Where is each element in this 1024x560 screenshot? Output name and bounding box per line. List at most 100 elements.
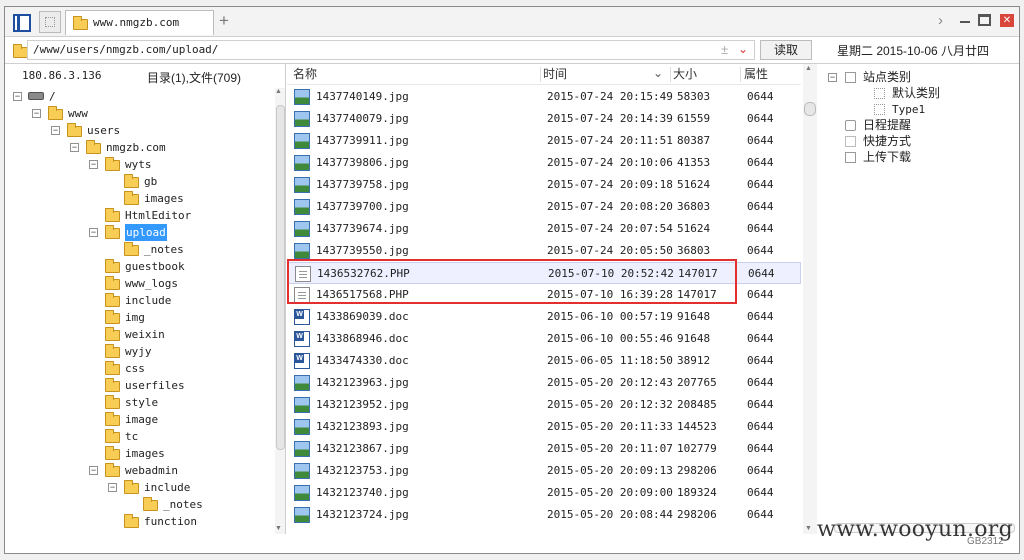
side-panel-item[interactable]: − 站点类别: [820, 69, 1015, 86]
file-name: 1437739911.jpg: [316, 134, 409, 147]
tree-item[interactable]: image: [5, 411, 275, 428]
folder-icon: [124, 174, 139, 188]
chevron-down-icon[interactable]: ⌄: [738, 42, 748, 56]
file-time: 2015-05-20 20:12:32: [547, 398, 673, 411]
new-tab-page-icon[interactable]: [39, 11, 61, 33]
side-panel-item-label: 日程提醒: [863, 118, 912, 132]
file-row[interactable]: W 1433474330.doc 2015-06-05 11:18:50 38912 0…: [287, 350, 801, 372]
side-panel-item[interactable]: 默认类别: [820, 85, 1015, 102]
file-row[interactable]: 1432123724.jpg 2015-05-20 20:08:44 298206 0…: [287, 504, 801, 526]
file-attr: 0644: [747, 442, 774, 455]
file-row[interactable]: 1432123867.jpg 2015-05-20 20:11:07 102779 0…: [287, 438, 801, 460]
column-name[interactable]: 名称: [293, 64, 317, 84]
file-row[interactable]: 1437739911.jpg 2015-07-24 20:11:51 80387 06…: [287, 130, 801, 152]
side-panel: − 站点类别 默认类别 Type1 日程提醒 快捷方式 上传下载: [820, 64, 1020, 534]
file-row[interactable]: W 1433868946.doc 2015-06-10 00:55:46 91648 0…: [287, 328, 801, 350]
close-icon[interactable]: ✕: [1000, 14, 1014, 27]
tree-item[interactable]: − upload: [5, 224, 275, 241]
file-attr: 0644: [747, 376, 774, 389]
tree-item[interactable]: − wyts: [5, 156, 275, 173]
side-panel-item[interactable]: Type1: [820, 101, 1015, 118]
add-tab-icon[interactable]: +: [219, 11, 229, 31]
tree-item[interactable]: − nmgzb.com: [5, 139, 275, 156]
pin-icon[interactable]: ±: [721, 42, 728, 57]
file-row[interactable]: 1432123893.jpg 2015-05-20 20:11:33 144523 0…: [287, 416, 801, 438]
column-attr[interactable]: 属性: [744, 64, 768, 84]
tree-item[interactable]: − /: [5, 88, 275, 105]
file-row[interactable]: 1437740149.jpg 2015-07-24 20:15:49 58303 06…: [287, 86, 801, 108]
file-row[interactable]: 1432123963.jpg 2015-05-20 20:12:43 207765 0…: [287, 372, 801, 394]
tree-item[interactable]: images: [5, 445, 275, 462]
tree-scrollbar[interactable]: ▲ ▼: [275, 88, 285, 534]
highlight-annotation: [287, 259, 737, 304]
word-doc-icon: W: [294, 353, 310, 369]
tree-item[interactable]: userfiles: [5, 377, 275, 394]
file-name: 1433869039.doc: [316, 310, 409, 323]
file-time: 2015-07-24 20:07:54: [547, 222, 673, 235]
image-file-icon: [294, 199, 310, 215]
file-time: 2015-05-20 20:11:33: [547, 420, 673, 433]
file-row[interactable]: 1437739674.jpg 2015-07-24 20:07:54 51624 06…: [287, 218, 801, 240]
collapse-toggle-icon[interactable]: −: [828, 73, 837, 82]
sidebar-toggle-icon[interactable]: [13, 14, 31, 32]
tree-item[interactable]: − www: [5, 105, 275, 122]
column-size[interactable]: 大小: [673, 64, 697, 84]
collapse-toggle-icon[interactable]: −: [89, 228, 98, 237]
side-panel-item[interactable]: 日程提醒: [820, 117, 1015, 134]
file-row[interactable]: 1437740079.jpg 2015-07-24 20:14:39 61559 06…: [287, 108, 801, 130]
tree-item[interactable]: − include: [5, 479, 275, 496]
file-row[interactable]: 1437739806.jpg 2015-07-24 20:10:06 41353 06…: [287, 152, 801, 174]
file-time: 2015-07-24 20:15:49: [547, 90, 673, 103]
sort-desc-icon[interactable]: ⌄: [653, 66, 663, 80]
tree-item[interactable]: include: [5, 292, 275, 309]
collapse-toggle-icon[interactable]: −: [89, 160, 98, 169]
file-name: 1432123753.jpg: [316, 464, 409, 477]
maximize-icon[interactable]: [978, 14, 991, 26]
tree-item[interactable]: − webadmin: [5, 462, 275, 479]
tree-item[interactable]: www_logs: [5, 275, 275, 292]
folder-icon: [73, 16, 88, 30]
tab-active[interactable]: www.nmgzb.com: [65, 10, 214, 35]
tree-item-label: img: [125, 311, 145, 324]
side-panel-item[interactable]: 上传下载: [820, 149, 1015, 166]
chevron-right-icon[interactable]: ›: [938, 12, 943, 29]
collapse-toggle-icon[interactable]: −: [13, 92, 22, 101]
file-row[interactable]: 1437739758.jpg 2015-07-24 20:09:18 51624 06…: [287, 174, 801, 196]
tree-item[interactable]: HtmlEditor: [5, 207, 275, 224]
file-row[interactable]: 1432123740.jpg 2015-05-20 20:09:00 189324 0…: [287, 482, 801, 504]
file-row[interactable]: 1437739700.jpg 2015-07-24 20:08:20 36803 06…: [287, 196, 801, 218]
folder-icon: [86, 140, 101, 154]
file-size: 91648: [677, 332, 711, 345]
tree-item[interactable]: weixin: [5, 326, 275, 343]
tree-item[interactable]: _notes: [5, 241, 275, 258]
tree-item[interactable]: − users: [5, 122, 275, 139]
side-panel-item[interactable]: 快捷方式: [820, 133, 1015, 150]
tree-item[interactable]: wyjy: [5, 343, 275, 360]
file-row[interactable]: 1432123753.jpg 2015-05-20 20:09:13 298206 0…: [287, 460, 801, 482]
folder-icon: [105, 395, 120, 409]
tree-item[interactable]: style: [5, 394, 275, 411]
tree-item[interactable]: guestbook: [5, 258, 275, 275]
file-row[interactable]: 1432123952.jpg 2015-05-20 20:12:32 208485 0…: [287, 394, 801, 416]
collapse-toggle-icon[interactable]: −: [51, 126, 60, 135]
folder-icon: [105, 429, 120, 443]
read-button[interactable]: 读取: [760, 40, 812, 60]
tree-item[interactable]: css: [5, 360, 275, 377]
collapse-toggle-icon[interactable]: −: [32, 109, 41, 118]
list-scrollbar[interactable]: ▲ ▼: [803, 64, 817, 534]
address-input[interactable]: /www/users/nmgzb.com/upload/ ± ⌄: [27, 40, 755, 60]
file-row[interactable]: W 1433869039.doc 2015-06-10 00:57:19 91648 0…: [287, 306, 801, 328]
column-time[interactable]: 时间: [543, 64, 567, 84]
collapse-toggle-icon[interactable]: −: [108, 483, 117, 492]
tree-item[interactable]: _notes: [5, 496, 275, 513]
collapse-toggle-icon[interactable]: −: [70, 143, 79, 152]
tree-item[interactable]: gb: [5, 173, 275, 190]
minimize-icon[interactable]: [960, 15, 971, 26]
collapse-toggle-icon[interactable]: −: [89, 466, 98, 475]
tree-item[interactable]: img: [5, 309, 275, 326]
tree-item-label: weixin: [125, 328, 165, 341]
file-size: 36803: [677, 200, 711, 213]
tree-item[interactable]: images: [5, 190, 275, 207]
tree-item[interactable]: function: [5, 513, 275, 530]
tree-item[interactable]: tc: [5, 428, 275, 445]
